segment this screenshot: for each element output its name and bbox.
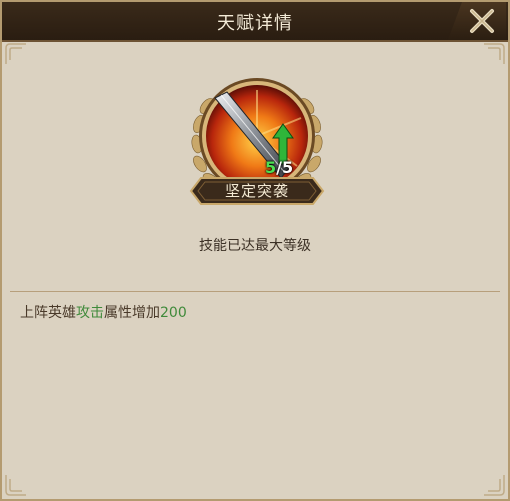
skill-level-current: 5 (265, 158, 277, 177)
desc-attribute: 攻击 (76, 305, 104, 321)
corner-ornament-icon (5, 475, 26, 496)
close-icon (470, 9, 494, 33)
desc-middle: 属性增加 (104, 305, 160, 321)
corner-ornament-icon (484, 43, 505, 64)
skill-name: 坚定突袭 (224, 182, 289, 200)
corner-ornament-icon (5, 43, 26, 64)
divider (10, 291, 500, 292)
skill-level: 5/5 (265, 158, 293, 177)
title-bar: 天赋详情 (2, 2, 508, 42)
talent-detail-panel: 天赋详情 5/5 坚定突袭 技能已达最大等级 上阵英雄攻击属性增加200 (0, 0, 510, 501)
desc-value: 200 (160, 305, 187, 321)
max-level-status: 技能已达最大等级 (199, 238, 311, 254)
skill-name-plate: 坚定突袭 (189, 176, 325, 206)
close-button[interactable] (448, 2, 506, 40)
skill-level-max: 5 (281, 158, 294, 177)
desc-prefix: 上阵英雄 (20, 305, 76, 321)
skill-description: 上阵英雄攻击属性增加200 (20, 302, 187, 322)
panel-title: 天赋详情 (217, 13, 293, 34)
corner-ornament-icon (484, 475, 505, 496)
